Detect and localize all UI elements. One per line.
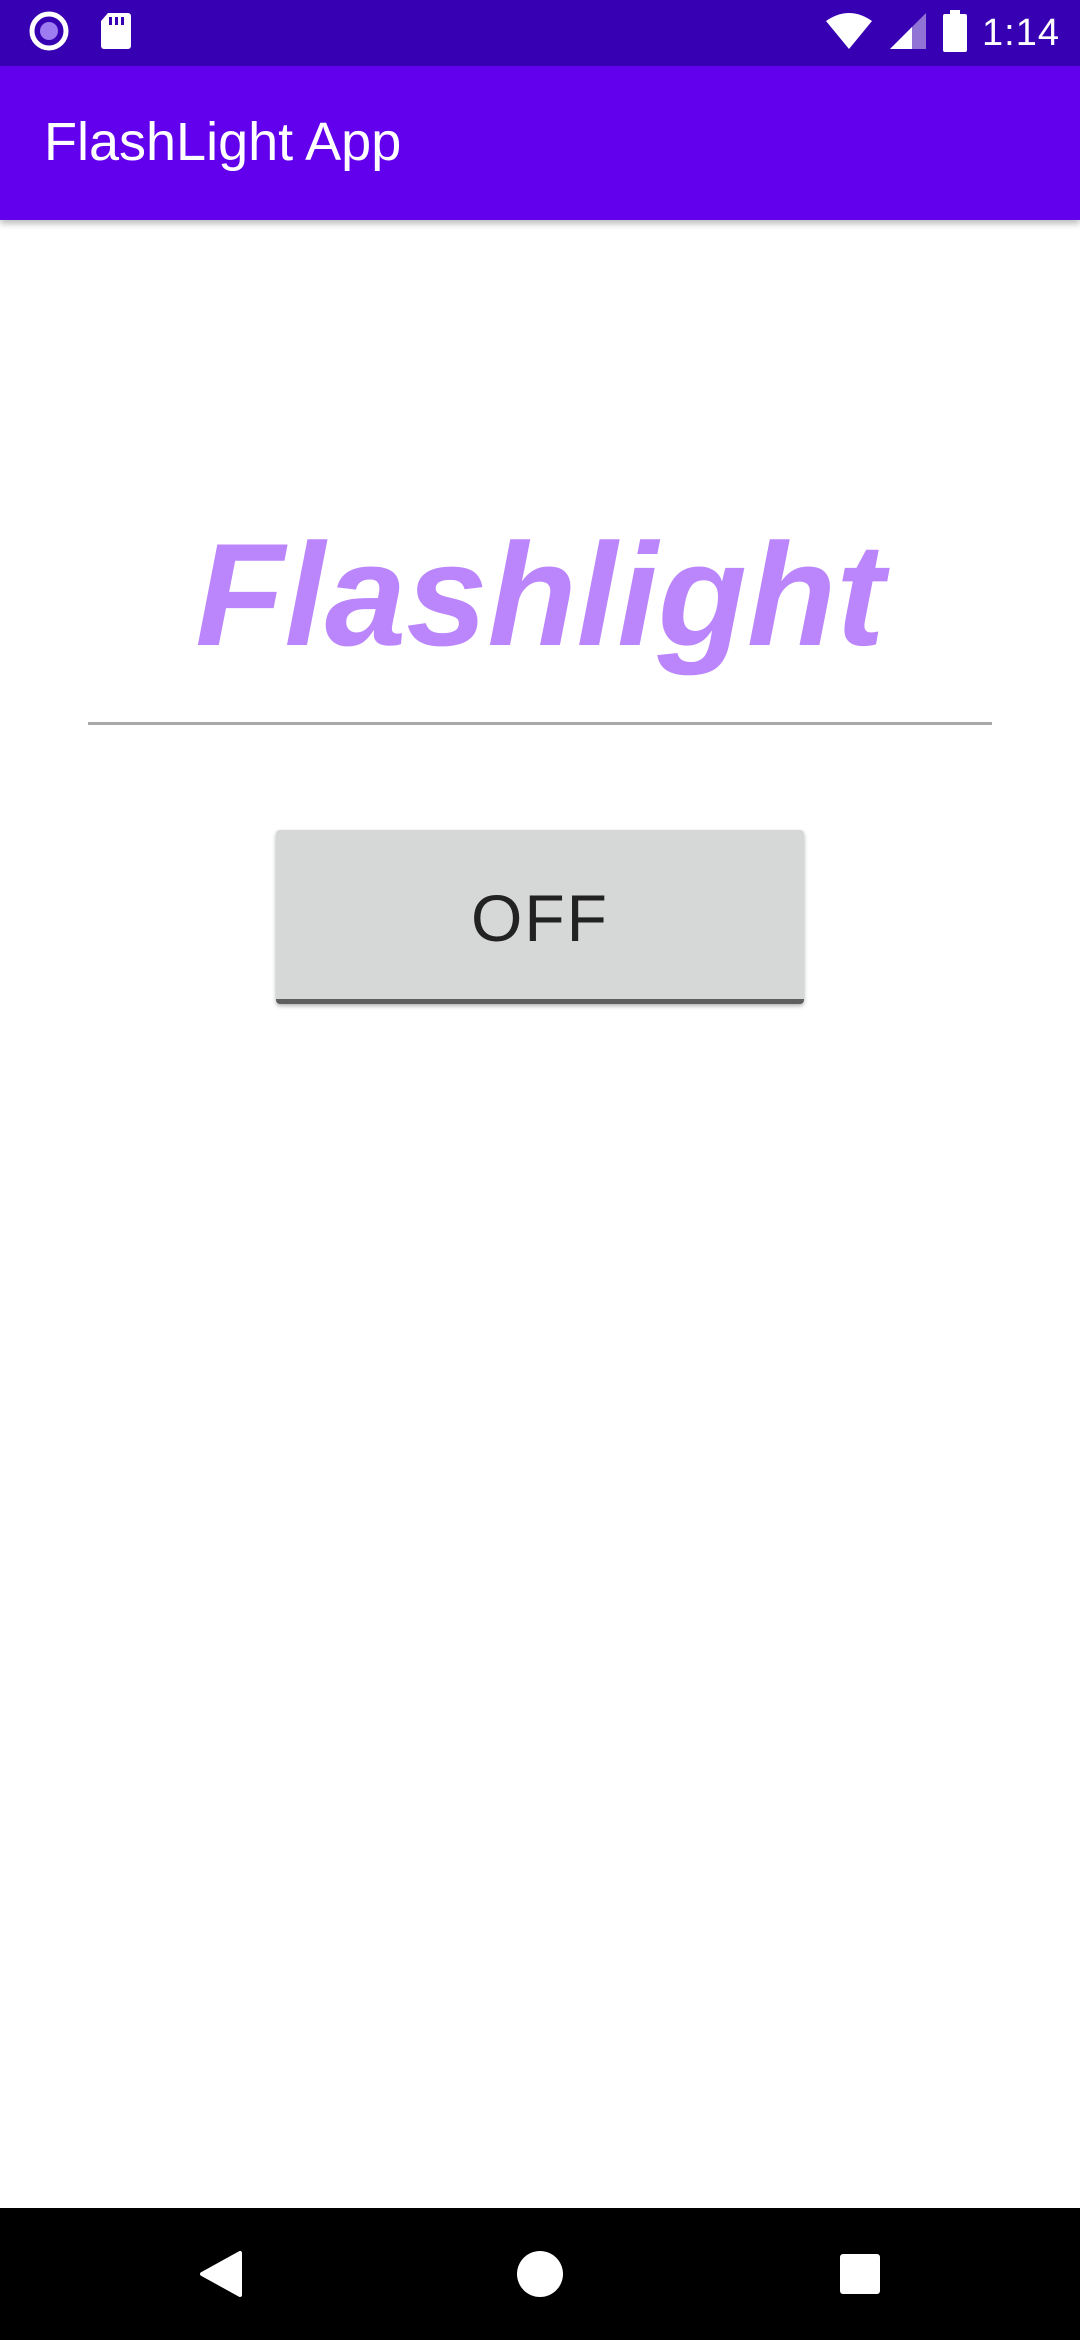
- page-heading: Flashlight: [195, 513, 885, 676]
- status-bar: 1:14: [0, 0, 1080, 66]
- flashlight-toggle-button[interactable]: OFF: [276, 830, 804, 1004]
- navigation-bar: [0, 2208, 1080, 2340]
- divider: [88, 722, 992, 725]
- cell-signal-icon: [888, 11, 928, 56]
- home-icon[interactable]: [510, 2244, 570, 2304]
- app-bar: FlashLight App: [0, 66, 1080, 220]
- battery-icon: [942, 9, 968, 57]
- toggle-button-label: OFF: [471, 880, 609, 955]
- app-title: FlashLight App: [44, 112, 402, 172]
- sd-card-icon: [98, 11, 132, 56]
- notification-circle-icon: [28, 10, 70, 57]
- back-icon[interactable]: [190, 2244, 250, 2304]
- status-time: 1:14: [982, 11, 1060, 54]
- wifi-icon: [824, 11, 874, 56]
- recents-icon[interactable]: [830, 2244, 890, 2304]
- screen: 1:14 FlashLight App Flashlight OFF: [0, 0, 1080, 2340]
